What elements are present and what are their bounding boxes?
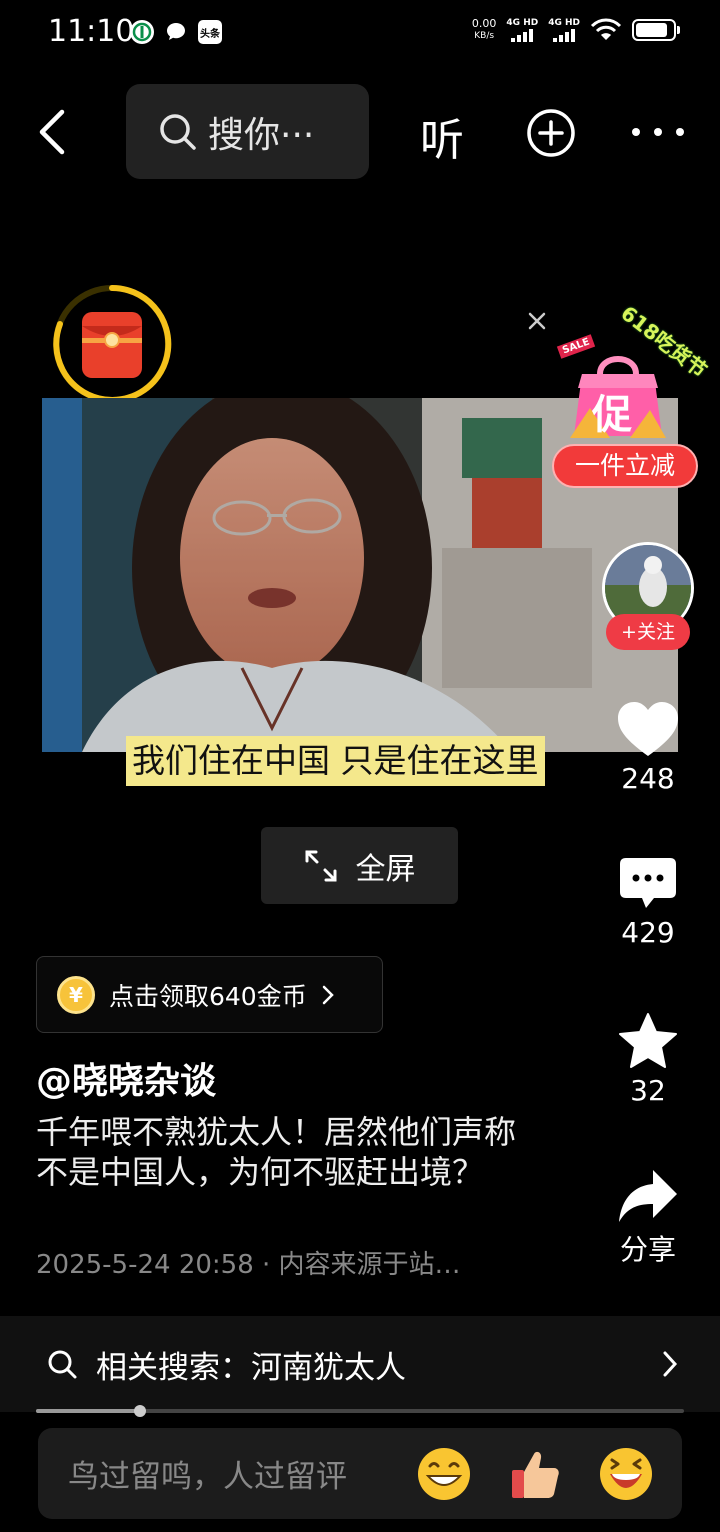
author-name[interactable]: @晓晓杂谈	[36, 1052, 216, 1104]
video-subtitle: 我们住在中国 只是住在这里	[126, 736, 545, 786]
battery-level	[636, 23, 667, 37]
signal-sim1-icon: 4G HD	[506, 18, 538, 42]
search-input[interactable]: 搜你···	[126, 84, 369, 179]
favorite-count: 32	[630, 1074, 666, 1107]
related-search-label: 相关搜索：河南犹太人	[96, 1349, 406, 1386]
network-speed-value: 0.00	[471, 17, 497, 30]
related-search-bar[interactable]: 相关搜索：河南犹太人	[0, 1316, 720, 1412]
red-packet-timer-icon[interactable]	[50, 282, 174, 406]
heart-icon[interactable]	[616, 700, 680, 758]
comment-placeholder: 鸟过留鸣，人过留评	[68, 1459, 347, 1495]
promo-bag-label: 促	[592, 392, 632, 438]
laughing-emoji-icon[interactable]	[598, 1446, 654, 1502]
thumbs-up-emoji-icon[interactable]	[508, 1446, 564, 1502]
promo-close-icon[interactable]	[526, 310, 548, 332]
fullscreen-label: 全屏	[355, 851, 416, 887]
star-icon[interactable]	[618, 1012, 678, 1070]
expand-icon	[305, 850, 336, 881]
comment-icon[interactable]	[618, 856, 678, 912]
signal-sim2-icon: 4G HD	[548, 18, 580, 42]
playback-progress-bar[interactable]	[36, 1405, 684, 1417]
status-indicators: 0.00 KB/s 4G HD 4G HD	[472, 18, 680, 42]
coin-reward-button[interactable]: ¥ 点击领取640金币	[36, 956, 383, 1033]
toutiao-app-icon: 头条	[198, 20, 222, 44]
search-icon	[48, 1350, 77, 1379]
post-description: 千年喂不熟犹太人！居然他们声称不是中国人，为何不驱赶出境？	[36, 1113, 517, 1191]
back-button[interactable]	[30, 106, 78, 158]
search-placeholder: 搜你···	[208, 114, 315, 156]
promo-discount-pill[interactable]: 一件立减	[552, 444, 698, 488]
like-action[interactable]: 248	[600, 700, 696, 795]
grin-emoji-icon[interactable]	[416, 1446, 472, 1502]
search-icon	[160, 113, 196, 150]
coin-reward-label: 点击领取640金币	[109, 981, 307, 1011]
like-count: 248	[621, 762, 675, 795]
comment-count: 429	[621, 916, 675, 949]
favorite-action[interactable]: 32	[600, 1012, 696, 1107]
share-action[interactable]: 分享	[600, 1168, 696, 1268]
sim1-label: 4G HD	[506, 18, 539, 28]
fullscreen-button[interactable]: 全屏	[261, 827, 458, 904]
promo-sticker[interactable]: 618吃货节 SALE 促 一件立减	[520, 301, 711, 490]
bank-app-icon	[130, 20, 154, 44]
network-speed: 0.00 KB/s	[472, 18, 497, 42]
wifi-icon	[590, 18, 622, 40]
battery-icon	[632, 19, 680, 41]
chevron-right-icon	[663, 1351, 678, 1377]
chevron-right-icon	[322, 985, 334, 1004]
playback-progress-thumb[interactable]	[133, 1405, 146, 1417]
network-speed-unit: KB/s	[474, 31, 495, 41]
playback-progress-fill	[36, 1409, 140, 1413]
coin-icon: ¥	[57, 975, 95, 1014]
sim2-label: 4G HD	[548, 18, 580, 28]
status-time: 11:10	[48, 14, 135, 49]
follow-button[interactable]: +关注	[606, 614, 690, 650]
status-bar: 11:10 头条 0.00 KB/s 4G HD 4G HD	[0, 0, 720, 66]
comment-action[interactable]: 429	[600, 856, 696, 949]
more-options-icon[interactable]	[628, 122, 688, 142]
post-meta: 2025-5-24 20:58 · 内容来源于站…	[36, 1250, 461, 1280]
add-button[interactable]	[526, 108, 576, 158]
share-label: 分享	[619, 1233, 676, 1266]
chat-app-icon	[164, 20, 188, 44]
listen-button[interactable]: 听	[420, 104, 464, 168]
share-icon[interactable]	[617, 1168, 679, 1224]
comment-input[interactable]: 鸟过留鸣，人过留评	[38, 1428, 682, 1519]
status-app-icons: 头条	[130, 20, 222, 44]
top-nav: 搜你··· 听	[0, 84, 720, 180]
